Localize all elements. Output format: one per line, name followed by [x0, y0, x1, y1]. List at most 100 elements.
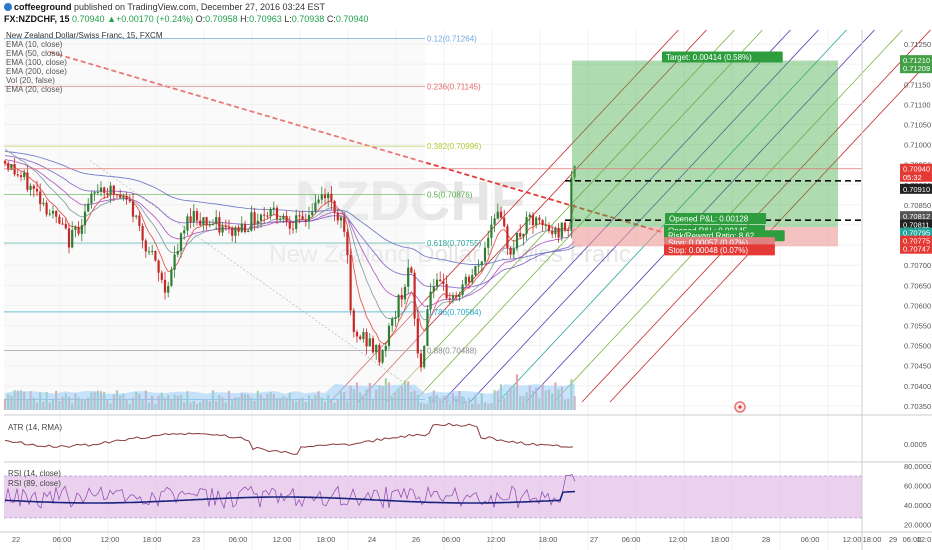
candle — [317, 199, 320, 203]
rsi-tick: 60.0000 — [904, 482, 931, 491]
candle — [221, 226, 224, 233]
candle — [227, 227, 231, 229]
candle — [394, 317, 397, 319]
time-tick: 22 — [12, 535, 20, 544]
candle — [93, 192, 96, 194]
candle — [554, 227, 557, 235]
candle — [343, 217, 346, 232]
candle — [3, 160, 7, 164]
candle — [263, 214, 266, 216]
candle — [397, 295, 400, 318]
price-tick: 0.71000 — [904, 141, 931, 150]
candle — [90, 193, 93, 204]
candle — [403, 286, 407, 300]
atr-title[interactable]: ATR (14, RMA) — [8, 423, 62, 432]
candle — [496, 211, 499, 219]
candle — [269, 209, 272, 216]
candle — [435, 279, 439, 287]
candle — [138, 215, 141, 226]
candle — [544, 225, 547, 227]
candle — [471, 275, 474, 283]
candle — [259, 214, 263, 221]
candle — [29, 185, 32, 190]
fib-level-label: 0.618(0.70755) — [427, 239, 482, 248]
price-axis[interactable]: 0.712500.712000.711500.711000.710500.710… — [861, 30, 932, 550]
candle — [10, 164, 13, 170]
candle — [167, 285, 170, 293]
candle — [74, 226, 77, 230]
opened-pnl-label: Opened P&L: 0.00128 — [669, 214, 749, 223]
low-label: L: — [284, 14, 292, 24]
candle — [154, 250, 157, 261]
price-tick: 0.70600 — [904, 301, 931, 310]
legend-item[interactable]: EMA (10, close) — [6, 40, 163, 49]
legend-item[interactable]: Vol (20, false) — [6, 76, 163, 85]
candle — [298, 215, 301, 217]
candle — [563, 222, 567, 230]
chart-canvas[interactable]: NZDCHF New Zealand Dollar / Swiss Franc … — [0, 30, 932, 550]
legend-item[interactable]: EMA (100, close) — [6, 58, 163, 67]
candle — [400, 295, 403, 300]
rsi-title-89[interactable]: RSI (89, close) — [8, 479, 61, 488]
candle — [407, 267, 410, 287]
candle — [19, 175, 23, 178]
chart-header: coffeeground published on TradingView.co… — [0, 0, 932, 30]
candle — [339, 217, 343, 221]
candle — [32, 185, 35, 189]
candle — [531, 214, 535, 226]
price-badge: 0.70747 — [903, 245, 930, 254]
candle — [304, 219, 307, 222]
candle — [314, 202, 317, 212]
candle — [51, 210, 55, 214]
time-tick: 12:00 — [669, 535, 688, 544]
fib-level-label: 0.88(0.70488) — [427, 346, 477, 355]
candle — [157, 260, 160, 273]
candle — [352, 310, 355, 332]
fib-level-label: 0.382(0.70996) — [427, 142, 482, 151]
legend-item[interactable]: EMA (200, close) — [6, 67, 163, 76]
price-tick: 0.71050 — [904, 120, 931, 129]
price-tick: 0.70500 — [904, 342, 931, 351]
candle — [237, 227, 240, 232]
price-badge: 0.70910 — [903, 185, 930, 194]
stop-label: Stop: 0.00048 (0.07%) — [668, 246, 748, 255]
candle — [205, 217, 208, 226]
candle — [282, 215, 285, 219]
rsi-title-14[interactable]: RSI (14, close) — [8, 469, 61, 478]
candle — [423, 346, 426, 368]
candle — [195, 211, 199, 221]
time-tick: 12:0 — [917, 535, 932, 544]
time-tick: 28 — [762, 535, 770, 544]
candle — [131, 201, 135, 217]
rsi-tick: 80.0000 — [904, 462, 931, 471]
candle — [330, 193, 333, 202]
candle — [442, 281, 445, 285]
candle — [474, 265, 477, 276]
candle — [135, 215, 138, 217]
high-value: 0.70963 — [249, 14, 282, 24]
time-axis[interactable]: 22 06:00 12:00 18:00 23 06:00 12:00 18:00 24 26 06… — [0, 531, 932, 544]
candle — [487, 237, 490, 248]
price-tick: 0.70650 — [904, 281, 931, 290]
candle — [23, 172, 26, 178]
candle — [503, 217, 506, 227]
time-tick: 06:00 — [442, 535, 461, 544]
candle — [455, 295, 458, 298]
author-name[interactable]: coffeeground — [14, 2, 72, 12]
time-tick: 12:00 — [101, 535, 120, 544]
candle — [413, 272, 416, 319]
candle — [173, 254, 176, 270]
time-tick: 06:00 — [622, 535, 641, 544]
symbol-label[interactable]: FX:NZDCHF, 15 — [4, 14, 70, 24]
legend-item[interactable]: EMA (20, close) — [6, 85, 163, 94]
candle — [275, 207, 279, 220]
candle — [506, 226, 509, 248]
candle — [96, 191, 99, 193]
time-tick: 12:00 — [843, 535, 862, 544]
legend-item[interactable]: EMA (50, close) — [6, 49, 163, 58]
candle — [176, 250, 179, 255]
candle — [141, 225, 144, 241]
fib-level-label: 0.12(0.71264) — [427, 34, 477, 43]
candle — [224, 226, 227, 228]
candle — [467, 276, 471, 283]
